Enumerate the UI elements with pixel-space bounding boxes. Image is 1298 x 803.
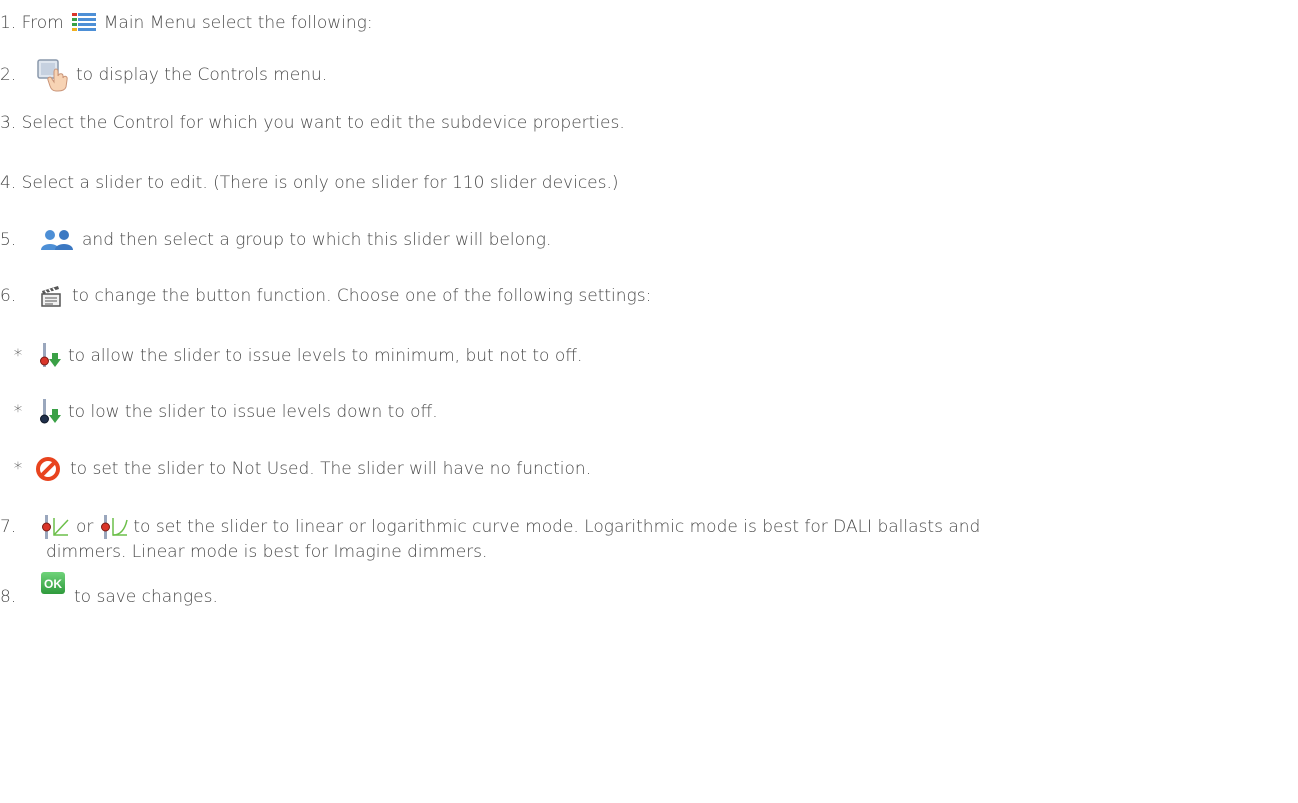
- slider-off-icon: [36, 399, 62, 425]
- step-1: 1. From Main Menu select the following:: [0, 12, 373, 34]
- step-1-number: 1. From: [0, 13, 64, 33]
- step-7-continued: dimmers. Linear mode is best for Imagine…: [46, 541, 487, 563]
- sub-item-3: * to set the slider to Not Used. The sli…: [0, 457, 591, 481]
- ok-icon-label: OK: [44, 577, 62, 591]
- step-5-number: 5.: [0, 230, 17, 250]
- controls-touch-icon: [36, 58, 72, 92]
- step-7-number: 7.: [0, 517, 17, 537]
- sub-item-3-bullet: *: [13, 459, 23, 479]
- step-8-text: to save changes.: [74, 587, 218, 607]
- sub-item-3-text: to set the slider to Not Used. The slide…: [70, 459, 592, 479]
- step-5: 5. and then select a group to which this…: [0, 229, 551, 251]
- step-4-text: 4. Select a slider to edit. (There is on…: [0, 173, 619, 193]
- sub-item-2-text: to low the slider to issue levels down t…: [68, 402, 438, 422]
- main-menu-icon: [71, 12, 96, 34]
- step-8-number: 8.: [0, 587, 17, 607]
- groups-icon: [40, 229, 74, 251]
- sub-item-1-bullet: *: [13, 346, 23, 366]
- step-7-text: to set the slider to linear or logarithm…: [133, 517, 981, 537]
- sub-item-2: * to low the slider to issue levels down…: [0, 399, 438, 425]
- step-2-text: to display the Controls menu.: [76, 65, 328, 85]
- step-6-text: to change the button function. Choose on…: [72, 286, 652, 306]
- step-3-text: 3. Select the Control for which you want…: [0, 113, 625, 133]
- step-7-text-2: dimmers. Linear mode is best for Imagine…: [46, 542, 488, 562]
- step-1-text: Main Menu select the following:: [103, 13, 373, 33]
- not-used-icon: [36, 457, 60, 481]
- step-2: 2. to display the Controls menu.: [0, 58, 327, 92]
- step-7-or: or: [76, 517, 94, 537]
- slider-min-icon: [36, 343, 62, 369]
- step-3: 3. Select the Control for which you want…: [0, 112, 625, 134]
- step-2-number: 2.: [0, 65, 17, 85]
- step-8: 8. OK to save changes.: [0, 564, 218, 608]
- linear-curve-icon: [40, 515, 70, 539]
- step-6: 6. to change the button function. Choose…: [0, 285, 651, 307]
- sub-item-2-bullet: *: [13, 402, 23, 422]
- scene-clapper-icon: [40, 285, 62, 307]
- step-5-text: and then select a group to which this sl…: [82, 230, 552, 250]
- sub-item-1-text: to allow the slider to issue levels to m…: [68, 346, 583, 366]
- ok-icon: OK: [40, 571, 66, 595]
- step-6-number: 6.: [0, 286, 17, 306]
- sub-item-1: * to allow the slider to issue levels to…: [0, 343, 582, 369]
- step-7: 7. or to set the slider to linear or log…: [0, 515, 980, 539]
- step-4: 4. Select a slider to edit. (There is on…: [0, 172, 619, 194]
- log-curve-icon: [99, 515, 129, 539]
